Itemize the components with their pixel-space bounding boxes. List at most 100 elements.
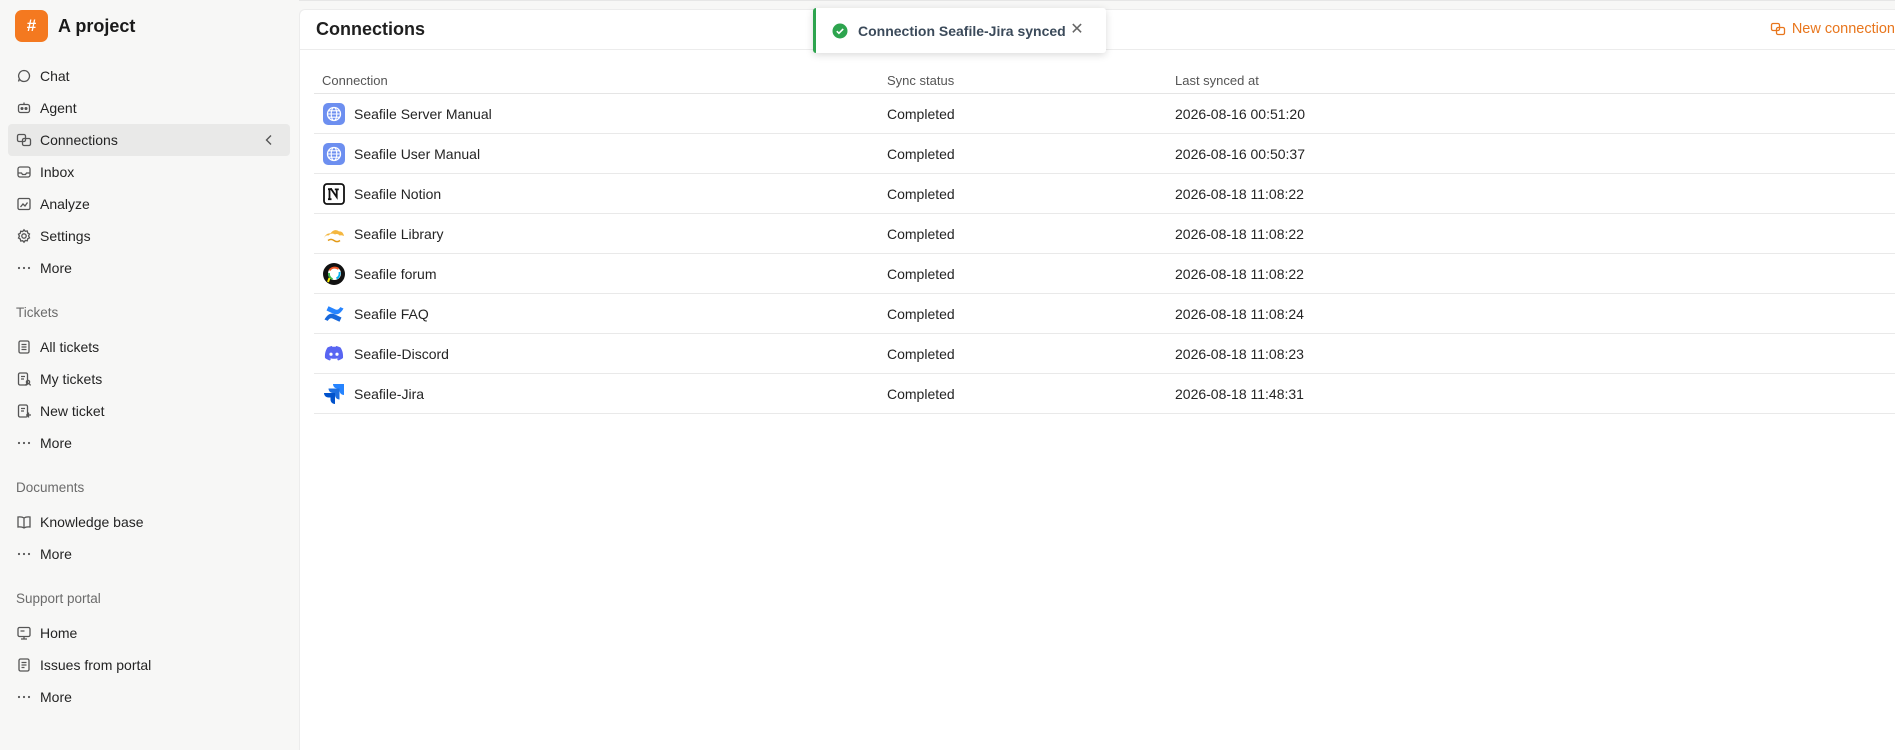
more-icon xyxy=(16,689,32,705)
tickets-icon xyxy=(16,339,32,355)
new-connection-button[interactable]: New connection xyxy=(1770,19,1895,39)
last-synced: 2026-08-18 11:08:24 xyxy=(1175,306,1304,322)
toast-message: Connection Seafile-Jira synced xyxy=(858,22,1066,39)
connection-name: Seafile FAQ xyxy=(354,306,429,322)
nav-label: Home xyxy=(40,625,78,641)
nav-item-knowledge-base[interactable]: Knowledge base xyxy=(8,506,290,538)
more-icon xyxy=(16,260,32,276)
nav-item-inbox[interactable]: Inbox xyxy=(8,156,290,188)
nav-label: Connections xyxy=(40,132,118,148)
nav-item-portal-home[interactable]: Home xyxy=(8,617,290,649)
collapse-sidebar-icon[interactable] xyxy=(262,133,276,147)
sync-status: Completed xyxy=(887,186,955,202)
nav-item-agent[interactable]: Agent xyxy=(8,92,290,124)
connection-name: Seafile forum xyxy=(354,266,437,282)
new-ticket-icon xyxy=(16,403,32,419)
my-tickets-icon xyxy=(16,371,32,387)
table-row[interactable]: Seafile Library Completed 2026-08-18 11:… xyxy=(314,214,1895,254)
sync-status: Completed xyxy=(887,306,955,322)
nav-label: Analyze xyxy=(40,196,90,212)
chart-icon xyxy=(16,196,32,212)
column-header-connection[interactable]: Connection xyxy=(322,73,388,88)
confluence-icon xyxy=(322,302,346,326)
nav-item-my-tickets[interactable]: My tickets xyxy=(8,363,290,395)
nav-label: My tickets xyxy=(40,371,103,387)
connection-name: Seafile Notion xyxy=(354,186,442,202)
table-row[interactable]: Seafile-Jira Completed 2026-08-18 11:48:… xyxy=(314,374,1895,414)
section-title-documents: Documents xyxy=(16,480,85,495)
nav-item-analyze[interactable]: Analyze xyxy=(8,188,290,220)
sync-status: Completed xyxy=(887,106,955,122)
nav-label: New ticket xyxy=(40,403,105,419)
last-synced: 2026-08-18 11:48:31 xyxy=(1175,386,1304,402)
table-row[interactable]: Seafile FAQ Completed 2026-08-18 11:08:2… xyxy=(314,294,1895,334)
bot-icon xyxy=(16,100,32,116)
nav-label: Inbox xyxy=(40,164,75,180)
connection-name: Seafile-Jira xyxy=(354,386,425,402)
column-header-last-synced[interactable]: Last synced at xyxy=(1175,73,1259,88)
sync-status: Completed xyxy=(887,266,955,282)
connection-name: Seafile-Discord xyxy=(354,346,449,362)
last-synced: 2026-08-16 00:50:37 xyxy=(1175,146,1305,162)
seafile-icon xyxy=(322,222,346,246)
table-row[interactable]: Seafile Server Manual Completed 2026-08-… xyxy=(314,94,1895,134)
sync-status: Completed xyxy=(887,346,955,362)
nav-item-connections[interactable]: Connections xyxy=(8,124,290,156)
column-header-sync-status[interactable]: Sync status xyxy=(887,73,954,88)
last-synced: 2026-08-18 11:08:23 xyxy=(1175,346,1304,362)
nav-item-issues-from-portal[interactable]: Issues from portal xyxy=(8,649,290,681)
nav-item-tickets-more[interactable]: More xyxy=(8,427,290,459)
table-header: Connection Sync status Last synced at xyxy=(314,68,1895,94)
table-row[interactable]: Seafile-Discord Completed 2026-08-18 11:… xyxy=(314,334,1895,374)
brand[interactable]: # A project xyxy=(15,10,135,42)
project-name: A project xyxy=(58,15,136,36)
nav-label: Knowledge base xyxy=(40,514,144,530)
connection-cell: Seafile-Discord xyxy=(322,342,449,366)
close-icon[interactable]: ✕ xyxy=(1068,21,1086,39)
nav-label: Agent xyxy=(40,100,77,116)
new-connection-label: New connection xyxy=(1791,21,1895,37)
connections-icon xyxy=(16,132,32,148)
globe-icon xyxy=(322,142,346,166)
nav-item-chat[interactable]: Chat xyxy=(8,60,290,92)
main-panel: Connections New connection Connection Sy… xyxy=(299,9,1895,750)
issues-icon xyxy=(16,657,32,673)
connection-cell: Seafile User Manual xyxy=(322,142,480,166)
jira-icon xyxy=(322,382,346,406)
connection-cell: Seafile Library xyxy=(322,222,444,246)
project-logo-icon: # xyxy=(15,10,48,42)
chat-icon xyxy=(16,68,32,84)
connections-icon xyxy=(1770,22,1785,36)
table-row[interactable]: Seafile Notion Completed 2026-08-18 11:0… xyxy=(314,174,1895,214)
last-synced: 2026-08-18 11:08:22 xyxy=(1175,226,1304,242)
table-row[interactable]: Seafile User Manual Completed 2026-08-16… xyxy=(314,134,1895,174)
discord-icon xyxy=(322,342,346,366)
gear-icon xyxy=(16,228,32,244)
section-title-support-portal: Support portal xyxy=(16,591,101,606)
globe-icon xyxy=(322,102,346,126)
page-title: Connections xyxy=(316,19,426,39)
connection-cell: Seafile FAQ xyxy=(322,302,429,326)
nav-item-documents-more[interactable]: More xyxy=(8,538,290,570)
sync-status: Completed xyxy=(887,226,955,242)
book-icon xyxy=(16,514,32,530)
connection-name: Seafile Server Manual xyxy=(354,106,492,122)
nav-label: More xyxy=(40,435,72,451)
sync-status: Completed xyxy=(887,146,955,162)
nav-item-more[interactable]: More xyxy=(8,252,290,284)
nav-item-settings[interactable]: Settings xyxy=(8,220,290,252)
nav-item-new-ticket[interactable]: New ticket xyxy=(8,395,290,427)
table-row[interactable]: Seafile forum Completed 2026-08-18 11:08… xyxy=(314,254,1895,294)
connections-table: Connection Sync status Last synced at Se… xyxy=(314,68,1895,414)
nav-item-portal-more[interactable]: More xyxy=(8,681,290,713)
more-icon xyxy=(16,435,32,451)
last-synced: 2026-08-18 11:08:22 xyxy=(1175,186,1304,202)
sync-status: Completed xyxy=(887,386,955,402)
nav-label: More xyxy=(40,546,72,562)
discourse-icon xyxy=(322,262,346,286)
nav-label: Issues from portal xyxy=(40,657,152,673)
inbox-icon xyxy=(16,164,32,180)
last-synced: 2026-08-18 11:08:22 xyxy=(1175,266,1304,282)
nav-item-all-tickets[interactable]: All tickets xyxy=(8,331,290,363)
nav-label: All tickets xyxy=(40,339,100,355)
